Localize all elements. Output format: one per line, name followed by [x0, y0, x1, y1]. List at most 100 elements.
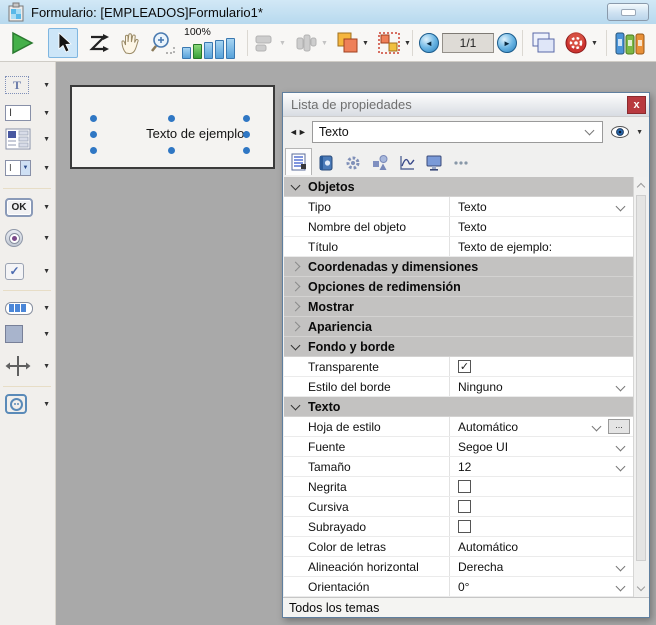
selection-handle[interactable]: [168, 115, 175, 122]
selection-handle[interactable]: [243, 131, 250, 138]
align-icon: [254, 33, 276, 53]
selection-handle[interactable]: [90, 131, 97, 138]
prop-value-dropdown[interactable]: 0°: [450, 577, 634, 596]
selection-handle[interactable]: [168, 147, 175, 154]
next-page-button[interactable]: ►: [496, 28, 518, 58]
prop-value-dropdown[interactable]: Texto: [450, 197, 634, 216]
prop-row-tipo: Tipo Texto: [284, 197, 634, 217]
selection-handle[interactable]: [90, 147, 97, 154]
select-tool-button[interactable]: [48, 28, 78, 58]
next-object-button[interactable]: ►: [298, 127, 307, 137]
section-texto[interactable]: Texto: [284, 397, 634, 417]
toolbar-separator: [247, 30, 248, 56]
run-form-button[interactable]: [6, 28, 38, 58]
checkbox-tool[interactable]: ✓ ▼: [5, 256, 51, 286]
minimize-icon: [621, 9, 636, 16]
section-fondo-borde[interactable]: Fondo y borde: [284, 337, 634, 357]
chevron-down-icon: ▼: [43, 136, 50, 143]
zoom-bars-icon: [182, 38, 235, 59]
checkbox-unchecked[interactable]: [458, 480, 471, 493]
multi-select-button[interactable]: ▼: [374, 28, 414, 58]
arrow-left-icon: ◄: [419, 33, 439, 53]
panel-scrollbar[interactable]: [633, 177, 648, 597]
checkbox-unchecked[interactable]: [458, 520, 471, 533]
arrange-button[interactable]: ▼: [332, 28, 372, 58]
zoom-tool-button[interactable]: [148, 28, 178, 58]
section-apariencia[interactable]: Apariencia: [284, 317, 634, 337]
socket-tool[interactable]: ▼: [5, 389, 51, 419]
scrollbar-thumb[interactable]: [636, 195, 646, 561]
chevron-down-icon: ▼: [43, 268, 50, 275]
properties-panel-titlebar[interactable]: Lista de propiedades x: [283, 93, 649, 117]
main-toolbar: 100% ▼ ▼ ▼: [0, 24, 656, 62]
object-selector-dropdown[interactable]: Texto: [312, 121, 603, 143]
arrow-right-icon: ►: [497, 33, 517, 53]
close-button[interactable]: x: [627, 96, 646, 114]
page-indicator-field[interactable]: 1/1: [442, 28, 494, 58]
tab-curve[interactable]: [393, 150, 420, 175]
toolbox-separator: [3, 290, 51, 291]
chevron-down-icon: [291, 400, 301, 410]
visibility-filter-button[interactable]: ▼: [610, 125, 643, 139]
chevron-down-icon: ▼: [43, 235, 50, 242]
prop-value-dropdown[interactable]: Derecha: [450, 557, 634, 576]
form-window-icon: [7, 2, 25, 22]
pages-button[interactable]: [528, 28, 558, 58]
page-indicator: 1/1: [460, 36, 477, 50]
prop-value-dropdown[interactable]: 12: [450, 457, 634, 476]
selection-handle[interactable]: [243, 115, 250, 122]
tab-data[interactable]: [312, 150, 339, 175]
section-objetos[interactable]: Objetos: [284, 177, 634, 197]
prop-value-text[interactable]: Texto: [450, 217, 634, 236]
widget-toolbox: T ▼ I ▼ ▼ I▼ ▼ OK ▼: [0, 62, 56, 625]
tab-objects[interactable]: [366, 150, 393, 175]
tab-order-button[interactable]: [84, 28, 114, 58]
section-coordenadas[interactable]: Coordenadas y dimensiones: [284, 257, 634, 277]
prev-page-button[interactable]: ◄: [418, 28, 440, 58]
settings-button[interactable]: ▼: [560, 28, 602, 58]
prop-label: Tipo: [284, 197, 450, 216]
selection-handle[interactable]: [90, 115, 97, 122]
splitter-icon: [5, 355, 31, 377]
tab-settings[interactable]: [339, 150, 366, 175]
prop-row-fuente: Fuente Segoe UI: [284, 437, 634, 457]
prop-value-dropdown[interactable]: Automático ...: [450, 417, 634, 436]
label-tool[interactable]: T ▼: [5, 70, 51, 100]
prop-value-text[interactable]: Automático: [450, 537, 634, 556]
themes-button[interactable]: [612, 28, 648, 58]
minimize-button[interactable]: [607, 3, 649, 21]
rectangle-tool[interactable]: ▼: [5, 319, 51, 349]
tab-properties[interactable]: [285, 148, 312, 175]
prop-row-transparente: Transparente ✓: [284, 357, 634, 377]
prop-value-dropdown[interactable]: Ninguno: [450, 377, 634, 396]
scroll-down-icon[interactable]: [637, 583, 645, 591]
checkbox-unchecked[interactable]: [458, 500, 471, 513]
prop-value-dropdown[interactable]: Segoe UI: [450, 437, 634, 456]
selection-handle[interactable]: [243, 147, 250, 154]
button-tool[interactable]: OK ▼: [5, 192, 51, 222]
property-list-icon: [290, 153, 308, 171]
combo-box-tool[interactable]: I▼ ▼: [5, 153, 51, 183]
selected-label-element[interactable]: Texto de ejemplo:: [146, 126, 248, 141]
scroll-up-icon[interactable]: [637, 183, 645, 191]
radio-button-icon: [5, 229, 23, 247]
section-redimension[interactable]: Opciones de redimensión: [284, 277, 634, 297]
section-mostrar[interactable]: Mostrar: [284, 297, 634, 317]
browse-button[interactable]: ...: [608, 419, 630, 434]
chevron-down-icon: ▼: [43, 401, 50, 408]
prev-object-button[interactable]: ◄: [289, 127, 298, 137]
prop-row-alineacion: Alineación horizontal Derecha: [284, 557, 634, 577]
prop-value-text[interactable]: Texto de ejemplo:: [450, 237, 634, 256]
monitor-icon: [425, 154, 443, 172]
ok-button-icon: OK: [5, 198, 33, 217]
chevron-right-icon: [291, 302, 301, 312]
splitter-tool[interactable]: ▼: [5, 351, 51, 381]
tab-more[interactable]: [447, 150, 474, 175]
zoom-level-control[interactable]: 100%: [182, 25, 244, 61]
checkbox-checked[interactable]: ✓: [458, 360, 471, 373]
list-view-tool[interactable]: ▼: [5, 124, 51, 154]
tab-display[interactable]: [420, 150, 447, 175]
radio-button-tool[interactable]: ▼: [5, 223, 51, 253]
shapes-icon: [371, 154, 389, 172]
pan-tool-button[interactable]: [116, 28, 146, 58]
